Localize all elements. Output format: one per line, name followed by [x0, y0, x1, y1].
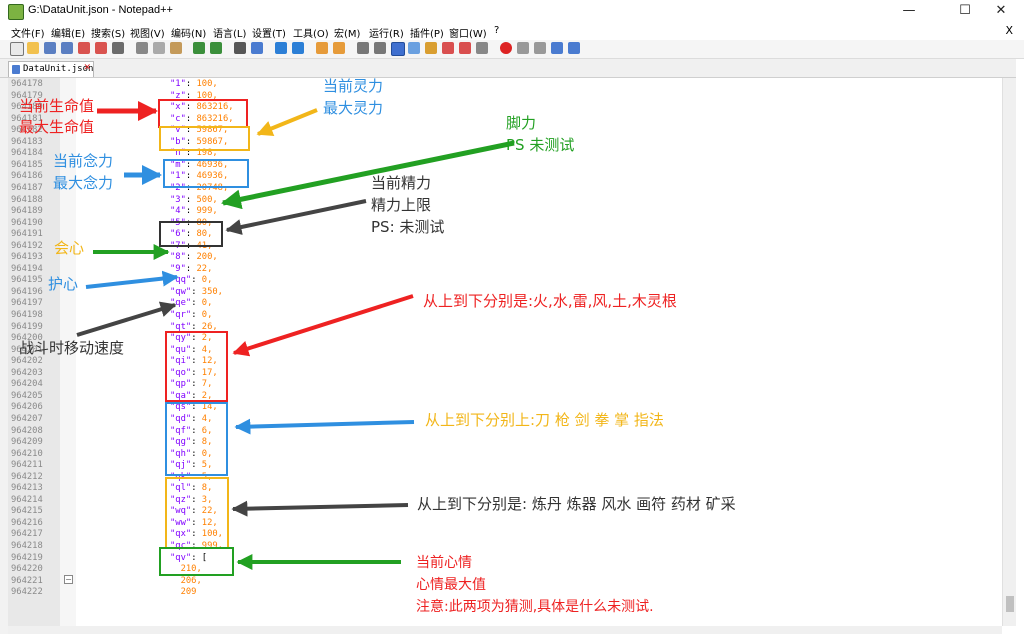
- annotation-guard: 护心: [48, 275, 79, 293]
- annotation-foot-note: PS 未测试: [506, 136, 575, 154]
- annotation-mood-max: 心情最大值: [416, 577, 486, 593]
- annotation-spirit-roots: 从上到下分别是:火,水,雷,风,土,木灵根: [423, 292, 677, 310]
- arrow-mp: [256, 108, 318, 136]
- annotation-battle-speed: 战斗时移动速度: [19, 339, 125, 357]
- annotation-mind-current: 当前念力: [53, 152, 114, 170]
- annotation-mood-current: 当前心情: [416, 555, 472, 571]
- arrow-weapons: [234, 418, 415, 435]
- annotation-hp-max: 最大生命值: [19, 118, 95, 136]
- arrow-energy: [225, 199, 367, 235]
- arrow-battle-speed: [76, 301, 177, 337]
- box-spirit-roots: [165, 331, 228, 402]
- annotation-mood-note: 注意:此两项为猜测,具体是什么未测试.: [416, 599, 654, 615]
- box-energy: [159, 221, 223, 247]
- arrow-foot: [221, 140, 515, 210]
- arrow-guard: [85, 270, 179, 289]
- box-skills: [165, 477, 229, 549]
- annotation-crit: 会心: [54, 239, 85, 257]
- box-weapons: [165, 402, 228, 476]
- annotation-skills: 从上到下分别是: 炼丹 炼器 风水 画符 药材 矿采: [417, 495, 736, 513]
- annotation-mp-max: 最大灵力: [323, 99, 384, 117]
- arrow-skills: [231, 500, 409, 517]
- box-mp: [159, 126, 250, 151]
- annotation-energy-note: PS: 未测试: [371, 218, 445, 236]
- annotation-overlay: [76, 99, 515, 576]
- annotation-weapons: 从上到下分别上:刀 枪 剑 拳 掌 指法: [425, 411, 664, 429]
- annotation-mp-current: 当前灵力: [323, 77, 384, 95]
- annotation-foot-title: 脚力: [506, 114, 537, 132]
- box-hp: [158, 99, 248, 128]
- annotation-hp-current: 当前生命值: [19, 97, 95, 115]
- annotation-mind-max: 最大念力: [53, 174, 114, 192]
- box-mood: [159, 547, 234, 576]
- box-mind: [163, 159, 249, 188]
- annotation-energy-max: 精力上限: [371, 196, 432, 214]
- arrow-spirit-roots: [232, 294, 414, 357]
- annotation-energy-current: 当前精力: [371, 174, 432, 192]
